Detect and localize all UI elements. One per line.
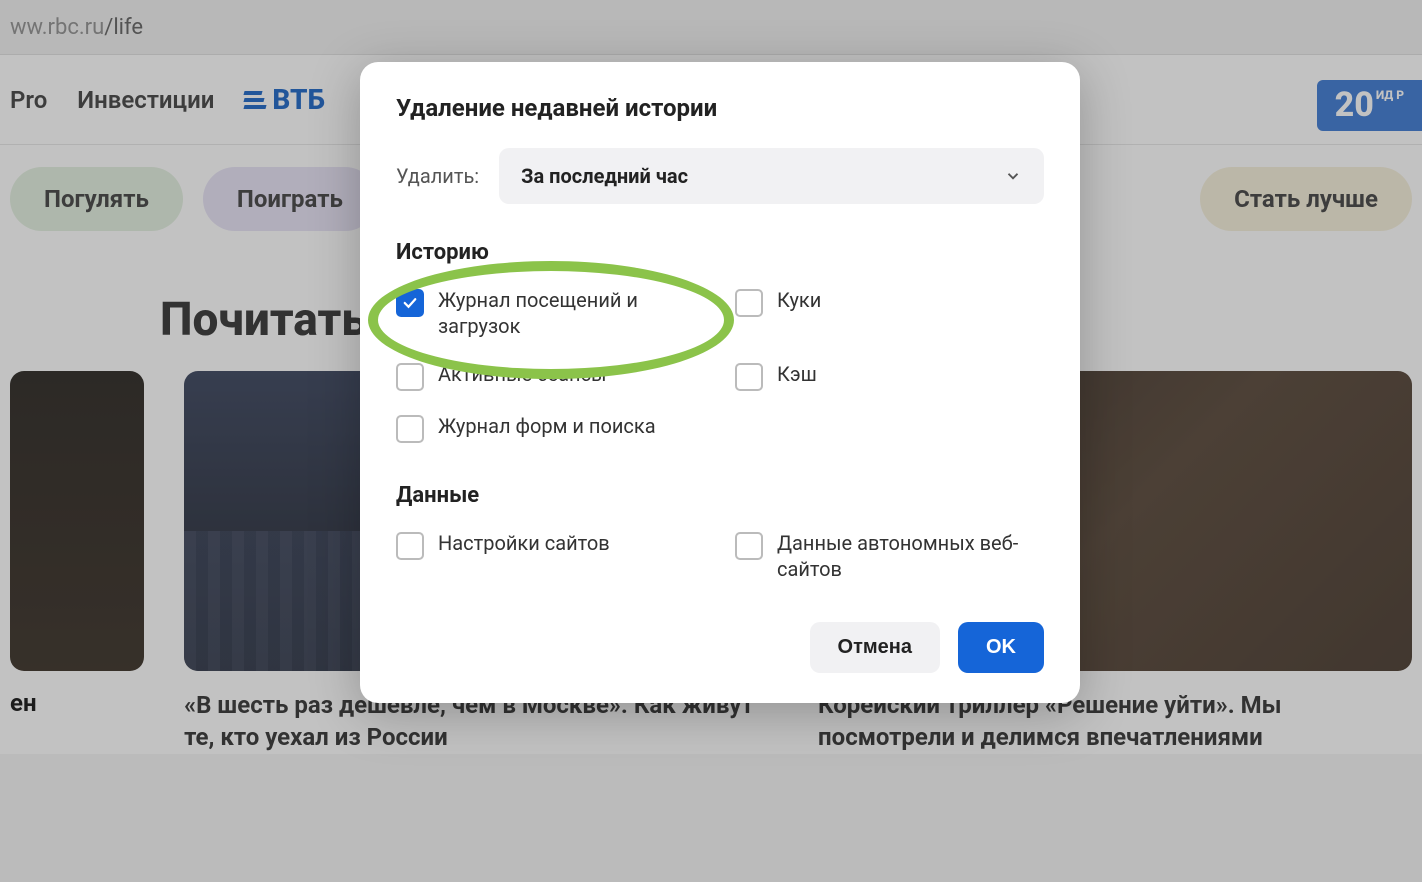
history-section-label: Историю [396, 240, 1044, 265]
check-cache[interactable]: Кэш [735, 361, 1044, 391]
check-cookies[interactable]: Куки [735, 287, 1044, 339]
check-active-sessions[interactable]: Активные сеансы [396, 361, 705, 391]
check-label: Куки [777, 287, 821, 313]
check-label: Данные автономных веб-сайтов [777, 530, 1044, 582]
check-offline-data[interactable]: Данные автономных веб-сайтов [735, 530, 1044, 582]
dialog-footer: Отмена OK [396, 622, 1044, 673]
check-history-downloads[interactable]: Журнал посещений и загрузок [396, 287, 705, 339]
checkbox-unchecked[interactable] [735, 289, 763, 317]
delete-label: Удалить: [396, 164, 479, 188]
checkbox-checked[interactable] [396, 289, 424, 317]
time-range-row: Удалить: За последний час [396, 148, 1044, 204]
clear-history-dialog: Удаление недавней истории Удалить: За по… [360, 62, 1080, 703]
cancel-button[interactable]: Отмена [810, 622, 940, 673]
check-label: Кэш [777, 361, 817, 387]
data-checks: Настройки сайтов Данные автономных веб-с… [396, 530, 1044, 582]
history-checks: Журнал посещений и загрузок Куки Кэш Акт… [396, 287, 1044, 443]
checkbox-unchecked[interactable] [735, 532, 763, 560]
checkbox-unchecked[interactable] [396, 415, 424, 443]
check-forms-search[interactable]: Журнал форм и поиска [396, 413, 705, 443]
checkbox-unchecked[interactable] [396, 363, 424, 391]
data-section-label: Данные [396, 483, 1044, 508]
chevron-down-icon [1004, 167, 1022, 185]
check-label: Настройки сайтов [438, 530, 610, 556]
ok-button[interactable]: OK [958, 622, 1044, 673]
checkbox-unchecked[interactable] [735, 363, 763, 391]
checkbox-unchecked[interactable] [396, 532, 424, 560]
check-label: Журнал посещений и загрузок [438, 287, 705, 339]
check-label: Журнал форм и поиска [438, 413, 656, 439]
check-label: Активные сеансы [438, 361, 607, 387]
dialog-title: Удаление недавней истории [396, 94, 1044, 122]
check-site-settings[interactable]: Настройки сайтов [396, 530, 705, 582]
dropdown-value: За последний час [521, 164, 688, 188]
time-range-dropdown[interactable]: За последний час [499, 148, 1044, 204]
